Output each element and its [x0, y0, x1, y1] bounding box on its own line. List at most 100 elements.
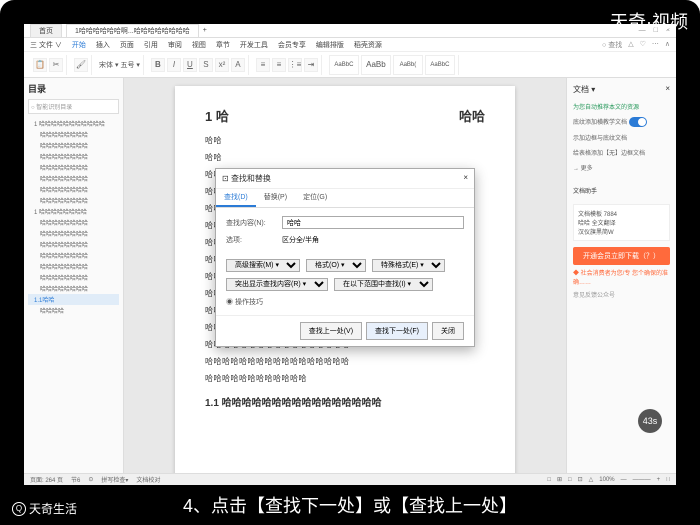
align-left-icon[interactable]: ≡	[256, 58, 270, 72]
tab-add[interactable]: +	[203, 27, 207, 34]
outline-item[interactable]: 1 哈哈哈哈哈哈哈哈	[28, 206, 119, 217]
indent-icon[interactable]: ⇥	[304, 58, 318, 72]
tab-document[interactable]: 1哈哈哈哈哈哈啊...哈哈哈哈哈哈哈哈	[66, 24, 199, 38]
outline-item[interactable]: 哈哈哈哈哈哈哈哈	[28, 239, 119, 250]
ribbon-find[interactable]: ○ 查找	[602, 40, 622, 50]
font-select[interactable]: 宋体 ▾	[99, 60, 118, 70]
ribbon-cloud-icon[interactable]: △	[628, 40, 633, 50]
underline-icon[interactable]: U	[183, 58, 197, 72]
outline-item[interactable]: 哈哈哈哈哈哈哈哈	[28, 140, 119, 151]
rp-more[interactable]: → 更多	[573, 160, 670, 175]
special-select[interactable]: 特殊格式(E) ▾	[372, 259, 445, 272]
ribbon-page[interactable]: 页面	[120, 40, 134, 50]
italic-icon[interactable]: I	[167, 58, 181, 72]
highlight-select[interactable]: 突出显示查找内容(R) ▾	[226, 278, 328, 291]
ribbon-view[interactable]: 视图	[192, 40, 206, 50]
rp-close-icon[interactable]: ×	[665, 84, 670, 95]
outline-item[interactable]: 1 哈哈哈哈哈哈哈哈哈哈哈	[28, 118, 119, 129]
style-normal[interactable]: AaBbC	[329, 55, 359, 75]
ribbon-dev[interactable]: 开发工具	[240, 40, 268, 50]
outline-item[interactable]: 哈哈哈哈哈哈哈哈	[28, 162, 119, 173]
outline-item[interactable]: 1.1哈哈	[28, 294, 119, 305]
ribbon-more-icon[interactable]: ⋯	[652, 40, 659, 50]
view-web-icon[interactable]: ⊞	[557, 476, 562, 483]
outline-item[interactable]: 哈哈哈哈哈哈哈哈	[28, 129, 119, 140]
strike-icon[interactable]: S	[199, 58, 213, 72]
outline-item[interactable]: 哈哈哈哈哈哈哈哈	[28, 173, 119, 184]
rp-card-item[interactable]: 哈哈 全文翻译	[578, 218, 665, 227]
cut-icon[interactable]: ✂	[49, 58, 63, 72]
tab-goto[interactable]: 定位(G)	[295, 189, 335, 207]
status-rec-icon[interactable]: ⊙	[88, 476, 93, 483]
style-heading2[interactable]: AaBb(	[393, 55, 423, 75]
view-print-icon[interactable]: □	[547, 477, 551, 483]
zoom-in-icon[interactable]: +	[657, 477, 661, 483]
format-select[interactable]: 格式(O) ▾	[306, 259, 366, 272]
zoom-pct[interactable]: 100%	[599, 477, 614, 483]
rp-foot[interactable]: 意见反馈公众号	[573, 290, 670, 299]
find-prev-button[interactable]: 查找上一处(V)	[300, 322, 362, 340]
color-icon[interactable]: A	[231, 58, 245, 72]
ribbon-fav-icon[interactable]: ♡	[640, 40, 646, 50]
zoom-slider[interactable]: ———	[633, 477, 651, 483]
format-painter-icon[interactable]: 🖌	[74, 58, 88, 72]
status-section: 节6	[71, 475, 80, 484]
ribbon-edit[interactable]: 编辑排版	[316, 40, 344, 50]
ribbon-file[interactable]: 三 文件 ∨	[30, 40, 62, 50]
outline-item[interactable]: 哈哈哈哈哈哈哈哈	[28, 184, 119, 195]
rp-opt3[interactable]: 给表格添加【无】边框文档	[573, 145, 670, 160]
ribbon-chapter[interactable]: 章节	[216, 40, 230, 50]
close-button[interactable]: 关闭	[432, 322, 464, 340]
rp-title[interactable]: 文档 ▾	[573, 84, 595, 95]
rp-card-item[interactable]: 汉仪旗黑简W	[578, 227, 665, 236]
outline-item[interactable]: 哈哈哈哈哈哈哈哈	[28, 195, 119, 206]
style-heading1[interactable]: AaBb	[361, 55, 391, 75]
dialog-close-icon[interactable]: ×	[463, 173, 468, 184]
tips-link[interactable]: ◉ 操作技巧	[226, 297, 464, 307]
ribbon-collapse-icon[interactable]: ∧	[665, 40, 670, 50]
ribbon-res[interactable]: 稻壳资源	[354, 40, 382, 50]
style-heading3[interactable]: AaBbC	[425, 55, 455, 75]
toggle-icon[interactable]	[629, 117, 647, 127]
paste-icon[interactable]: 📋	[33, 58, 47, 72]
outline-item[interactable]: 哈哈哈哈哈哈哈哈	[28, 228, 119, 239]
tab-replace[interactable]: 替换(P)	[256, 189, 295, 207]
tab-find[interactable]: 查找(D)	[216, 189, 256, 207]
outline-item[interactable]: 哈哈哈哈哈哈哈哈	[28, 250, 119, 261]
outline-item[interactable]: 哈哈哈哈哈哈哈哈	[28, 261, 119, 272]
outline-item[interactable]: 哈哈哈哈哈哈哈哈	[28, 217, 119, 228]
doc-paragraph: 哈哈	[205, 135, 485, 146]
size-select[interactable]: 五号 ▾	[120, 60, 139, 70]
vip-button[interactable]: 开通会员立即下载（？）	[573, 247, 670, 265]
ribbon-start[interactable]: 开始	[72, 40, 86, 50]
view-outline-icon[interactable]: □	[568, 477, 572, 483]
ribbon-review[interactable]: 审阅	[168, 40, 182, 50]
ribbon-vip[interactable]: 会员专享	[278, 40, 306, 50]
view-read-icon[interactable]: ⊡	[578, 476, 583, 483]
adv-search-select[interactable]: 高级搜索(M) ▾	[226, 259, 300, 272]
logo-icon: Q	[12, 502, 26, 516]
zoom-out-icon[interactable]: —	[621, 477, 627, 483]
outline-item[interactable]: 哈哈哈哈	[28, 305, 119, 316]
bold-icon[interactable]: B	[151, 58, 165, 72]
outline-item[interactable]: 哈哈哈哈哈哈哈哈	[28, 283, 119, 294]
outline-item[interactable]: 哈哈哈哈哈哈哈哈	[28, 272, 119, 283]
list-icon[interactable]: ⋮≡	[288, 58, 302, 72]
rp-card-item[interactable]: 文档模板 7884	[578, 209, 665, 218]
view-focus-icon[interactable]: △	[589, 476, 594, 483]
search-range-select[interactable]: 在以下范围中查找(I) ▾	[334, 278, 433, 291]
fullscreen-icon[interactable]: ∷	[666, 476, 670, 483]
sidebar-search[interactable]: ○ 智能识别目录	[28, 99, 119, 114]
find-input[interactable]	[282, 216, 464, 229]
align-center-icon[interactable]: ≡	[272, 58, 286, 72]
rp-opt1[interactable]: 底纹添加横教学文档	[573, 114, 670, 130]
ribbon-ref[interactable]: 引用	[144, 40, 158, 50]
ribbon-insert[interactable]: 插入	[96, 40, 110, 50]
status-proof[interactable]: 文档校对	[136, 475, 160, 484]
status-spell[interactable]: 拼写检查▾	[101, 475, 128, 484]
rp-opt2[interactable]: 示加边框与底纹文档	[573, 130, 670, 145]
outline-item[interactable]: 哈哈哈哈哈哈哈哈	[28, 151, 119, 162]
find-next-button[interactable]: 查找下一处(F)	[366, 322, 428, 340]
super-icon[interactable]: x²	[215, 58, 229, 72]
tab-home[interactable]: 首页	[30, 24, 62, 38]
